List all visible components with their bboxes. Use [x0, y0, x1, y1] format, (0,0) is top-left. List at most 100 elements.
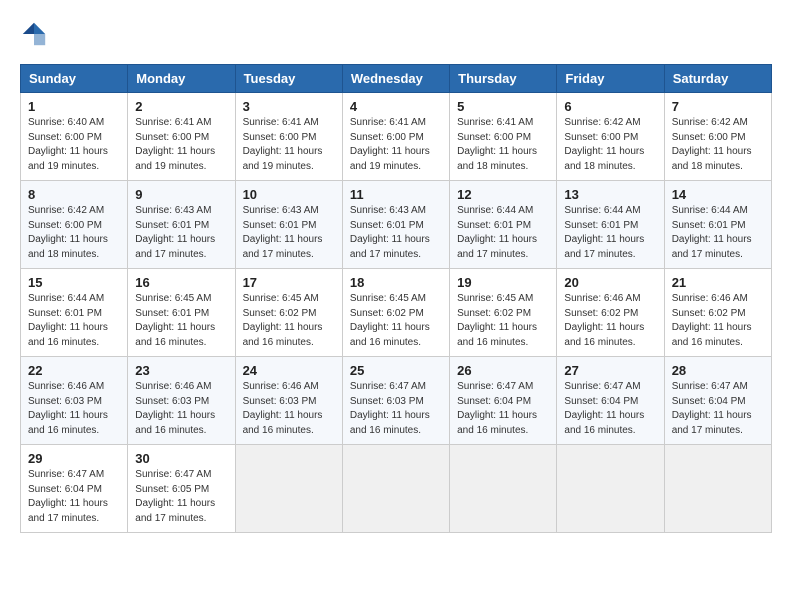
sunset-text: Sunset: 6:02 PM	[350, 308, 424, 319]
daylight-text: Daylight: 11 hours and 18 minutes.	[457, 146, 537, 172]
sunrise-text: Sunrise: 6:45 AM	[457, 293, 533, 304]
daylight-text: Daylight: 11 hours and 18 minutes.	[564, 146, 644, 172]
cell-info: Sunrise: 6:41 AM Sunset: 6:00 PM Dayligh…	[135, 116, 227, 174]
day-of-week-header: Thursday	[450, 65, 557, 93]
daylight-text: Daylight: 11 hours and 16 minutes.	[564, 322, 644, 348]
day-number: 22	[28, 363, 120, 378]
calendar-cell: 27 Sunrise: 6:47 AM Sunset: 6:04 PM Dayl…	[557, 357, 664, 445]
day-number: 10	[243, 187, 335, 202]
daylight-text: Daylight: 11 hours and 17 minutes.	[672, 234, 752, 260]
cell-info: Sunrise: 6:45 AM Sunset: 6:02 PM Dayligh…	[457, 292, 549, 350]
logo-icon	[20, 20, 48, 48]
cell-info: Sunrise: 6:41 AM Sunset: 6:00 PM Dayligh…	[457, 116, 549, 174]
day-number: 16	[135, 275, 227, 290]
calendar-cell: 2 Sunrise: 6:41 AM Sunset: 6:00 PM Dayli…	[128, 93, 235, 181]
calendar-cell: 28 Sunrise: 6:47 AM Sunset: 6:04 PM Dayl…	[664, 357, 771, 445]
sunset-text: Sunset: 6:04 PM	[457, 396, 531, 407]
daylight-text: Daylight: 11 hours and 19 minutes.	[243, 146, 323, 172]
cell-info: Sunrise: 6:47 AM Sunset: 6:04 PM Dayligh…	[28, 468, 120, 526]
daylight-text: Daylight: 11 hours and 17 minutes.	[672, 410, 752, 436]
daylight-text: Daylight: 11 hours and 16 minutes.	[350, 410, 430, 436]
sunrise-text: Sunrise: 6:43 AM	[350, 205, 426, 216]
daylight-text: Daylight: 11 hours and 17 minutes.	[28, 498, 108, 524]
calendar-cell: 7 Sunrise: 6:42 AM Sunset: 6:00 PM Dayli…	[664, 93, 771, 181]
calendar-cell: 5 Sunrise: 6:41 AM Sunset: 6:00 PM Dayli…	[450, 93, 557, 181]
sunset-text: Sunset: 6:05 PM	[135, 484, 209, 495]
calendar-cell: 26 Sunrise: 6:47 AM Sunset: 6:04 PM Dayl…	[450, 357, 557, 445]
daylight-text: Daylight: 11 hours and 16 minutes.	[564, 410, 644, 436]
day-number: 23	[135, 363, 227, 378]
cell-info: Sunrise: 6:43 AM Sunset: 6:01 PM Dayligh…	[350, 204, 442, 262]
daylight-text: Daylight: 11 hours and 16 minutes.	[243, 322, 323, 348]
sunset-text: Sunset: 6:03 PM	[350, 396, 424, 407]
day-number: 5	[457, 99, 549, 114]
calendar-cell: 17 Sunrise: 6:45 AM Sunset: 6:02 PM Dayl…	[235, 269, 342, 357]
cell-info: Sunrise: 6:44 AM Sunset: 6:01 PM Dayligh…	[457, 204, 549, 262]
calendar-table: SundayMondayTuesdayWednesdayThursdayFrid…	[20, 64, 772, 533]
daylight-text: Daylight: 11 hours and 17 minutes.	[350, 234, 430, 260]
day-of-week-header: Saturday	[664, 65, 771, 93]
sunset-text: Sunset: 6:01 PM	[564, 220, 638, 231]
calendar-cell	[557, 445, 664, 533]
day-number: 11	[350, 187, 442, 202]
day-number: 4	[350, 99, 442, 114]
sunset-text: Sunset: 6:01 PM	[457, 220, 531, 231]
daylight-text: Daylight: 11 hours and 16 minutes.	[135, 410, 215, 436]
day-of-week-header: Tuesday	[235, 65, 342, 93]
sunset-text: Sunset: 6:01 PM	[28, 308, 102, 319]
sunset-text: Sunset: 6:00 PM	[457, 132, 531, 143]
sunrise-text: Sunrise: 6:44 AM	[564, 205, 640, 216]
calendar-cell: 4 Sunrise: 6:41 AM Sunset: 6:00 PM Dayli…	[342, 93, 449, 181]
cell-info: Sunrise: 6:46 AM Sunset: 6:02 PM Dayligh…	[672, 292, 764, 350]
sunrise-text: Sunrise: 6:45 AM	[350, 293, 426, 304]
sunrise-text: Sunrise: 6:45 AM	[243, 293, 319, 304]
daylight-text: Daylight: 11 hours and 16 minutes.	[350, 322, 430, 348]
calendar-cell: 21 Sunrise: 6:46 AM Sunset: 6:02 PM Dayl…	[664, 269, 771, 357]
sunset-text: Sunset: 6:00 PM	[672, 132, 746, 143]
sunrise-text: Sunrise: 6:47 AM	[564, 381, 640, 392]
cell-info: Sunrise: 6:42 AM Sunset: 6:00 PM Dayligh…	[564, 116, 656, 174]
calendar-cell: 22 Sunrise: 6:46 AM Sunset: 6:03 PM Dayl…	[21, 357, 128, 445]
cell-info: Sunrise: 6:42 AM Sunset: 6:00 PM Dayligh…	[672, 116, 764, 174]
cell-info: Sunrise: 6:44 AM Sunset: 6:01 PM Dayligh…	[564, 204, 656, 262]
calendar-cell: 24 Sunrise: 6:46 AM Sunset: 6:03 PM Dayl…	[235, 357, 342, 445]
cell-info: Sunrise: 6:41 AM Sunset: 6:00 PM Dayligh…	[350, 116, 442, 174]
day-number: 26	[457, 363, 549, 378]
calendar-cell: 18 Sunrise: 6:45 AM Sunset: 6:02 PM Dayl…	[342, 269, 449, 357]
daylight-text: Daylight: 11 hours and 16 minutes.	[457, 410, 537, 436]
day-number: 9	[135, 187, 227, 202]
daylight-text: Daylight: 11 hours and 17 minutes.	[457, 234, 537, 260]
day-of-week-header: Sunday	[21, 65, 128, 93]
cell-info: Sunrise: 6:47 AM Sunset: 6:05 PM Dayligh…	[135, 468, 227, 526]
day-number: 20	[564, 275, 656, 290]
sunset-text: Sunset: 6:04 PM	[28, 484, 102, 495]
cell-info: Sunrise: 6:47 AM Sunset: 6:04 PM Dayligh…	[672, 380, 764, 438]
calendar-cell: 19 Sunrise: 6:45 AM Sunset: 6:02 PM Dayl…	[450, 269, 557, 357]
daylight-text: Daylight: 11 hours and 16 minutes.	[672, 322, 752, 348]
sunset-text: Sunset: 6:00 PM	[28, 220, 102, 231]
day-number: 29	[28, 451, 120, 466]
day-number: 30	[135, 451, 227, 466]
calendar-cell: 1 Sunrise: 6:40 AM Sunset: 6:00 PM Dayli…	[21, 93, 128, 181]
cell-info: Sunrise: 6:46 AM Sunset: 6:03 PM Dayligh…	[28, 380, 120, 438]
cell-info: Sunrise: 6:44 AM Sunset: 6:01 PM Dayligh…	[28, 292, 120, 350]
daylight-text: Daylight: 11 hours and 16 minutes.	[28, 322, 108, 348]
cell-info: Sunrise: 6:47 AM Sunset: 6:04 PM Dayligh…	[457, 380, 549, 438]
calendar-cell: 6 Sunrise: 6:42 AM Sunset: 6:00 PM Dayli…	[557, 93, 664, 181]
cell-info: Sunrise: 6:47 AM Sunset: 6:04 PM Dayligh…	[564, 380, 656, 438]
day-number: 28	[672, 363, 764, 378]
calendar-cell: 9 Sunrise: 6:43 AM Sunset: 6:01 PM Dayli…	[128, 181, 235, 269]
calendar-cell	[342, 445, 449, 533]
day-number: 21	[672, 275, 764, 290]
sunset-text: Sunset: 6:00 PM	[28, 132, 102, 143]
calendar-cell: 15 Sunrise: 6:44 AM Sunset: 6:01 PM Dayl…	[21, 269, 128, 357]
cell-info: Sunrise: 6:41 AM Sunset: 6:00 PM Dayligh…	[243, 116, 335, 174]
calendar-cell	[664, 445, 771, 533]
day-number: 6	[564, 99, 656, 114]
sunset-text: Sunset: 6:01 PM	[135, 220, 209, 231]
sunrise-text: Sunrise: 6:41 AM	[350, 117, 426, 128]
logo	[20, 20, 52, 48]
cell-info: Sunrise: 6:47 AM Sunset: 6:03 PM Dayligh…	[350, 380, 442, 438]
sunrise-text: Sunrise: 6:44 AM	[457, 205, 533, 216]
daylight-text: Daylight: 11 hours and 16 minutes.	[28, 410, 108, 436]
